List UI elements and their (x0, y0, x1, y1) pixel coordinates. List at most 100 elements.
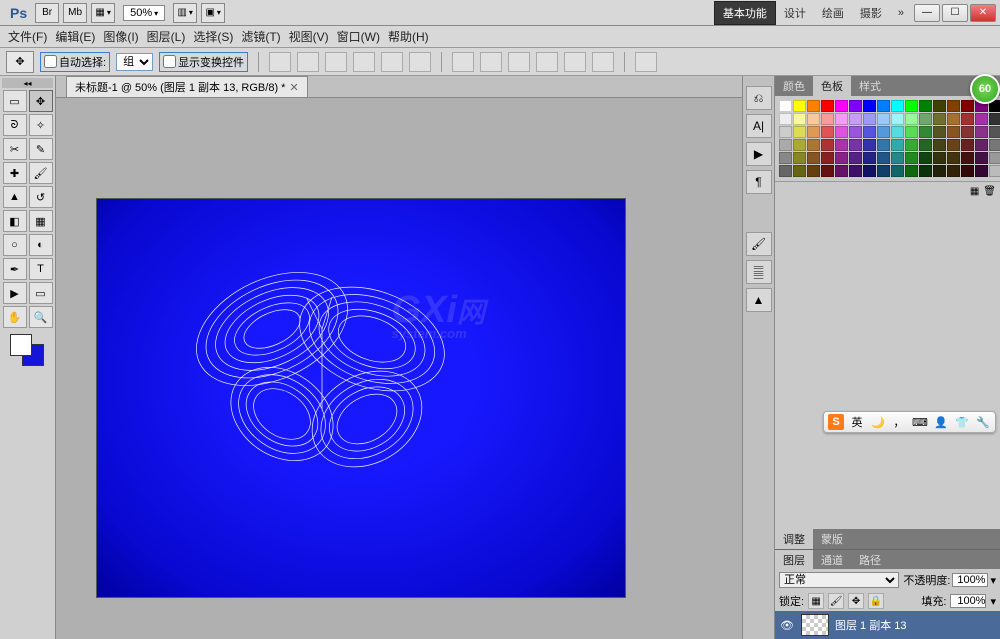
swatch-cell[interactable] (905, 100, 918, 112)
swatch-cell[interactable] (919, 165, 932, 177)
distribute-right-button[interactable] (592, 52, 614, 72)
new-swatch-icon[interactable]: ▦ (970, 186, 979, 197)
swatch-cell[interactable] (807, 126, 820, 138)
swatch-cell[interactable] (793, 139, 806, 151)
history-panel-icon[interactable]: ⎌ (746, 86, 772, 110)
swatch-cell[interactable] (905, 165, 918, 177)
menu-file[interactable]: 文件(F) (4, 28, 51, 45)
view-extras-button[interactable]: ▦ (91, 3, 115, 23)
swatch-cell[interactable] (835, 152, 848, 164)
distribute-hcenter-button[interactable] (564, 52, 586, 72)
swatch-cell[interactable] (877, 165, 890, 177)
auto-select-checkbox[interactable]: 自动选择: (40, 52, 110, 72)
move-tool-icon[interactable]: ✥ (6, 51, 34, 73)
swatch-cell[interactable] (779, 126, 792, 138)
workspace-painting[interactable]: 绘画 (816, 2, 850, 24)
swatch-cell[interactable] (863, 165, 876, 177)
swatch-cell[interactable] (863, 126, 876, 138)
lock-all-icon[interactable]: 🔒 (868, 593, 884, 609)
swatch-cell[interactable] (877, 139, 890, 151)
swatch-cell[interactable] (849, 100, 862, 112)
swatch-cell[interactable] (961, 126, 974, 138)
swatch-cell[interactable] (975, 126, 988, 138)
menu-help[interactable]: 帮助(H) (384, 28, 433, 45)
swatch-cell[interactable] (919, 100, 932, 112)
auto-select-target[interactable]: 组 (116, 53, 153, 71)
ime-moon-icon[interactable]: 🌙 (870, 414, 886, 430)
swatch-cell[interactable] (891, 139, 904, 151)
swatch-cell[interactable] (961, 100, 974, 112)
swatch-cell[interactable] (779, 152, 792, 164)
mini-bridge-button[interactable]: Mb (63, 3, 87, 23)
align-right-button[interactable] (409, 52, 431, 72)
paragraph-panel-icon[interactable]: ¶ (746, 170, 772, 194)
workspace-more[interactable]: » (892, 4, 910, 22)
layer-thumbnail[interactable] (801, 614, 829, 636)
swatch-cell[interactable] (821, 139, 834, 151)
swatch-cell[interactable] (947, 152, 960, 164)
swatch-cell[interactable] (849, 165, 862, 177)
swatch-cell[interactable] (975, 165, 988, 177)
dodge-tool[interactable]: ◐ (29, 234, 53, 256)
blur-tool[interactable]: ○ (3, 234, 27, 256)
swatch-cell[interactable] (807, 100, 820, 112)
swatch-cell[interactable] (947, 139, 960, 151)
swatch-cell[interactable] (821, 165, 834, 177)
swatch-cell[interactable] (975, 113, 988, 125)
history-brush-tool[interactable]: ↺ (29, 186, 53, 208)
swatch-cell[interactable] (779, 165, 792, 177)
ime-keyboard-icon[interactable]: ⌨ (912, 414, 928, 430)
menu-edit[interactable]: 编辑(E) (51, 28, 99, 45)
swatch-cell[interactable] (891, 100, 904, 112)
opacity-dropdown-icon[interactable]: ▾ (990, 574, 996, 587)
move-tool[interactable]: ✥ (29, 90, 53, 112)
opacity-input[interactable] (952, 573, 988, 587)
swatch-cell[interactable] (905, 152, 918, 164)
canvas[interactable]: GXi网 system.com (96, 198, 626, 598)
fill-dropdown-icon[interactable]: ▾ (990, 595, 996, 608)
actions-panel-icon[interactable]: ▶ (746, 142, 772, 166)
ime-user-icon[interactable]: 👤 (933, 414, 949, 430)
swatch-cell[interactable] (835, 113, 848, 125)
swatch-cell[interactable] (877, 152, 890, 164)
layer-row-selected[interactable]: 👁 图层 1 副本 13 (775, 611, 1000, 639)
menu-select[interactable]: 选择(S) (189, 28, 237, 45)
distribute-top-button[interactable] (452, 52, 474, 72)
swatch-cell[interactable] (989, 126, 1000, 138)
swatch-cell[interactable] (877, 126, 890, 138)
swatch-cell[interactable] (793, 100, 806, 112)
window-minimize-button[interactable]: — (914, 4, 940, 22)
swatch-cell[interactable] (807, 139, 820, 151)
tab-swatches[interactable]: 色板 (813, 76, 851, 96)
sogou-icon[interactable]: S (828, 414, 844, 430)
tab-adjustments[interactable]: 调整 (775, 529, 813, 549)
lock-position-icon[interactable]: ✥ (848, 593, 864, 609)
align-bottom-button[interactable] (325, 52, 347, 72)
swatch-cell[interactable] (821, 100, 834, 112)
tab-masks[interactable]: 蒙版 (813, 529, 851, 549)
swatch-cell[interactable] (919, 113, 932, 125)
swatch-cell[interactable] (793, 126, 806, 138)
swatch-cell[interactable] (905, 126, 918, 138)
distribute-bottom-button[interactable] (508, 52, 530, 72)
swatch-cell[interactable] (891, 152, 904, 164)
clone-source-panel-icon[interactable]: ▲ (746, 288, 772, 312)
layer-visibility-icon[interactable]: 👁 (779, 619, 795, 632)
eraser-tool[interactable]: ◧ (3, 210, 27, 232)
close-tab-icon[interactable]: ✕ (289, 81, 298, 94)
swatch-cell[interactable] (947, 165, 960, 177)
brush-panel-icon[interactable]: 🖌 (746, 232, 772, 256)
menu-filter[interactable]: 滤镜(T) (237, 28, 284, 45)
swatch-cell[interactable] (933, 152, 946, 164)
swatch-cell[interactable] (849, 139, 862, 151)
swatch-cell[interactable] (961, 165, 974, 177)
lock-transparent-icon[interactable]: ▦ (808, 593, 824, 609)
swatch-cell[interactable] (835, 126, 848, 138)
swatch-cell[interactable] (793, 113, 806, 125)
distribute-left-button[interactable] (536, 52, 558, 72)
window-maximize-button[interactable]: ☐ (942, 4, 968, 22)
toolbox-collapse[interactable]: ◂◂ (2, 78, 53, 88)
swatch-cell[interactable] (779, 100, 792, 112)
tab-color[interactable]: 颜色 (775, 76, 813, 96)
swatch-cell[interactable] (793, 165, 806, 177)
